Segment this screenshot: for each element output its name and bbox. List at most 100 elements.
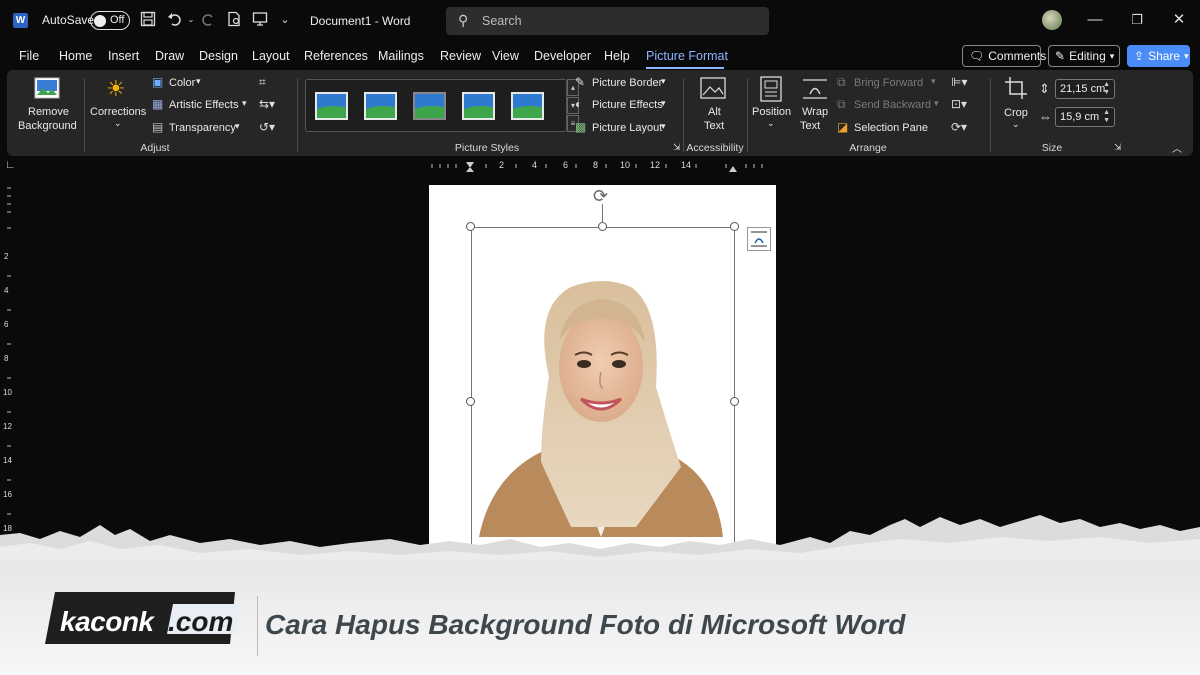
corrections-label: Corrections [90, 106, 147, 118]
toggle-knob [94, 14, 106, 27]
tab-mailings[interactable]: Mailings [378, 49, 424, 63]
crop-button[interactable]: Crop ⌄ [997, 74, 1035, 134]
autosave-toggle[interactable]: Off [90, 11, 130, 30]
chevron-down-icon: ▾ [196, 76, 201, 86]
tab-home[interactable]: Home [59, 49, 92, 63]
group-objects-icon[interactable]: ⊡▾ [951, 97, 967, 111]
new-document-icon[interactable] [225, 11, 243, 29]
picture-effects-button[interactable]: ◐ Picture Effects ▾ [575, 97, 675, 115]
present-icon[interactable] [251, 11, 269, 29]
transparency-label: Transparency [169, 122, 236, 134]
comments-button[interactable]: 🗨 Comments [962, 45, 1046, 67]
customize-qat-icon[interactable]: ⌄ [276, 11, 294, 29]
height-value: 21,15 cm [1060, 83, 1106, 95]
close-icon[interactable]: ✕ [1169, 10, 1189, 30]
dialog-launcher-icon[interactable]: ⇲ [1114, 142, 1122, 153]
tab-references[interactable]: References [304, 49, 368, 63]
share-icon: ⇪ [1134, 49, 1145, 63]
restore-icon[interactable]: ❐ [1127, 10, 1147, 30]
ruler-label: 16 [3, 490, 12, 499]
chevron-down-icon: ▾ [661, 76, 666, 86]
picture-style-thumb[interactable] [511, 92, 544, 120]
tab-insert[interactable]: Insert [108, 49, 139, 63]
active-tab-indicator [646, 67, 724, 69]
resize-handle[interactable] [466, 222, 475, 231]
remove-background-button[interactable]: Remove Background [11, 74, 83, 134]
resize-handle[interactable] [466, 397, 475, 406]
logo-suffix: .com [168, 606, 234, 637]
ruler-label: 6 [4, 320, 9, 329]
width-spinner-icon[interactable]: ▲ ▼ [1103, 109, 1110, 125]
layout-options-icon [751, 231, 767, 247]
chevron-down-icon: ⌄ [767, 118, 775, 128]
wrap-text-button[interactable]: Wrap Text [797, 74, 833, 134]
tab-selector-icon[interactable]: ∟ [5, 159, 16, 171]
picture-border-button[interactable]: ✎ Picture Border ▾ [575, 75, 675, 93]
search-box[interactable]: ⚲ Search [446, 7, 769, 35]
tab-layout[interactable]: Layout [252, 49, 290, 63]
picture-style-thumb[interactable] [413, 92, 446, 120]
width-field[interactable]: 15,9 cm ▲ ▼ [1055, 107, 1115, 127]
group-label-arrange: Arrange [849, 142, 887, 154]
height-spinner-icon[interactable]: ▲ ▼ [1103, 81, 1110, 97]
ruler-label: 14 [681, 160, 692, 170]
sun-icon: ☀ [106, 76, 126, 101]
vertical-ruler[interactable]: 2 4 6 8 10 12 14 16 18 [3, 180, 15, 540]
tab-review[interactable]: Review [440, 49, 481, 63]
compress-pictures-icon[interactable]: ⌗ [259, 75, 266, 90]
rotate-icon[interactable]: ⟳▾ [951, 120, 967, 134]
picture-layout-button[interactable]: ▩ Picture Layout ▾ [575, 120, 675, 138]
chevron-down-icon: ▾ [931, 76, 936, 86]
color-button[interactable]: ▣ Color ▾ [152, 75, 212, 93]
picture-style-thumb[interactable] [315, 92, 348, 120]
send-backward-button[interactable]: ⧉ Send Backward ▾ [837, 97, 945, 115]
resize-handle[interactable] [730, 222, 739, 231]
resize-handle[interactable] [598, 222, 607, 231]
change-picture-icon[interactable]: ⇆▾ [259, 97, 275, 111]
dialog-launcher-icon[interactable]: ⇲ [673, 142, 681, 153]
save-icon[interactable] [139, 11, 157, 29]
collapse-ribbon-icon[interactable]: ︿ [1172, 140, 1182, 155]
ruler-label: 8 [4, 354, 9, 363]
chevron-down-icon: ▾ [934, 98, 939, 108]
horizontal-ruler[interactable]: 2 4 6 8 10 12 14 [428, 160, 774, 172]
transparency-button[interactable]: ▤ Transparency ▾ [152, 120, 247, 138]
layout-options-button[interactable] [747, 227, 771, 251]
picture-border-label: Picture Border [592, 77, 663, 89]
position-label: Position [752, 106, 792, 118]
tab-design[interactable]: Design [199, 49, 238, 63]
corrections-button[interactable]: ☀ Corrections ⌄ [87, 74, 149, 134]
artistic-effects-button[interactable]: ▦ Artistic Effects ▾ [152, 97, 252, 115]
bring-forward-button[interactable]: ⧉ Bring Forward ▾ [837, 75, 942, 93]
resize-handle[interactable] [730, 397, 739, 406]
picture-style-thumb[interactable] [364, 92, 397, 120]
share-label: Share [1148, 49, 1181, 63]
rotate-handle-icon[interactable]: ⟳ [593, 186, 608, 207]
tab-draw[interactable]: Draw [155, 49, 184, 63]
share-button[interactable]: ⇪ Share ▾ [1127, 45, 1190, 67]
artistic-effects-label: Artistic Effects [169, 99, 239, 111]
reset-picture-icon[interactable]: ↺▾ [259, 120, 275, 134]
group-label-accessibility: Accessibility [686, 142, 744, 154]
tab-picture-format[interactable]: Picture Format [646, 49, 728, 63]
divider [747, 78, 748, 152]
align-icon[interactable]: ⊫▾ [951, 75, 967, 89]
wrap-text-label-2: Text [800, 120, 821, 132]
undo-dropdown-icon[interactable]: ⌄ [182, 11, 200, 29]
minimize-icon[interactable]: — [1085, 10, 1105, 30]
tab-file[interactable]: File [19, 49, 39, 63]
tab-view[interactable]: View [492, 49, 519, 63]
picture-style-thumb[interactable] [462, 92, 495, 120]
height-field[interactable]: 21,15 cm ▲ ▼ [1055, 79, 1115, 99]
selection-pane-button[interactable]: ◪ Selection Pane [837, 120, 937, 138]
position-button[interactable]: Position ⌄ [750, 74, 794, 134]
alt-text-button[interactable]: Alt Text [693, 74, 733, 134]
tab-developer[interactable]: Developer [534, 49, 591, 63]
remove-background-label-1: Remove [28, 106, 69, 118]
redo-icon[interactable] [199, 11, 217, 29]
tab-help[interactable]: Help [604, 49, 630, 63]
editing-button[interactable]: ✎ Editing ▾ [1048, 45, 1120, 67]
divider [990, 78, 991, 152]
picture-styles-gallery[interactable] [305, 79, 567, 132]
avatar[interactable] [1042, 10, 1062, 30]
